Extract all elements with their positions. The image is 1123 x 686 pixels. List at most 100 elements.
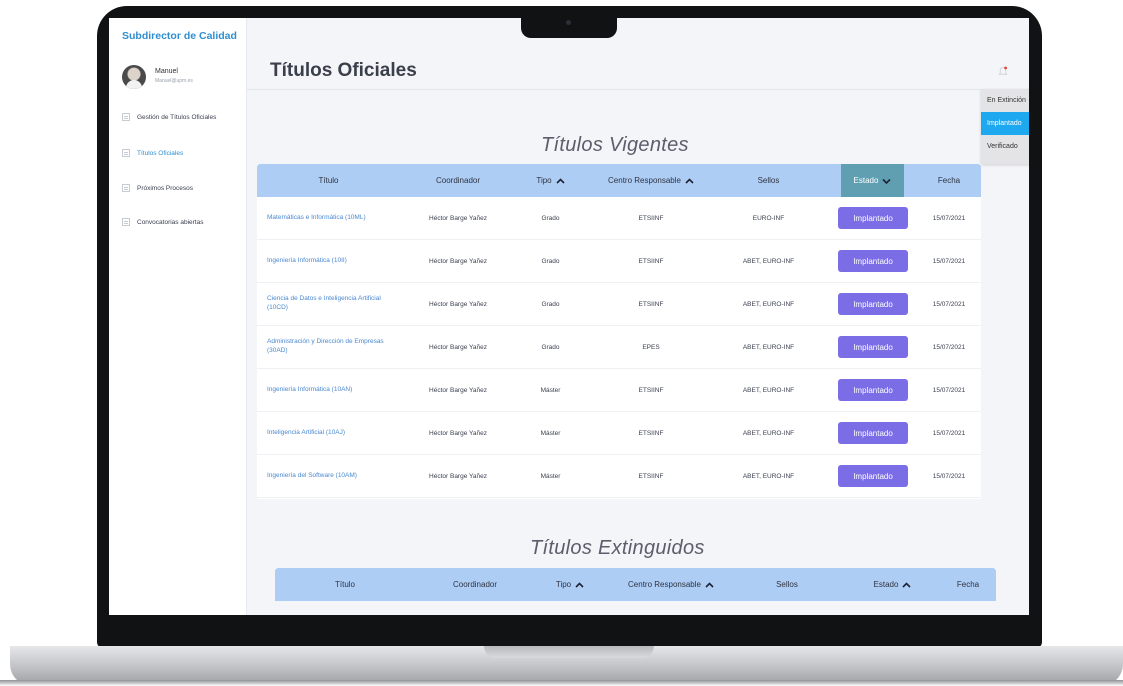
estado-badge[interactable]: Implantado [838,465,908,487]
column-header-label: Tipo [536,176,552,185]
column-header-tipo[interactable]: Tipo [516,164,585,197]
cell-titulo[interactable]: Ciencia de Datos e Inteligencia Artifici… [267,283,395,325]
chevron-up-icon[interactable] [556,177,565,184]
cell-fecha: 15/07/2021 [932,257,966,265]
cell-sellos: ABET, EURO-INF [742,472,795,480]
cell-tipo: Máster [540,472,561,480]
table-row: Ingeniería del Software (10AM) Héctor Bar… [257,455,981,498]
cell-estado: Implantado [835,240,911,282]
bell-icon[interactable] [998,66,1008,77]
chevron-up-icon[interactable] [575,581,584,588]
estado-option-verificado[interactable]: Verificado [981,135,1029,158]
avatar[interactable] [122,65,146,89]
estado-badge[interactable]: Implantado [838,422,908,444]
sidebar-item-label: Títulos Oficiales [137,149,184,157]
cell-titulo[interactable]: Matemáticas e Informática (10ML) [267,197,395,239]
cell-titulo[interactable]: Administración y Dirección de Empresas (… [267,326,395,368]
cell-tipo: Máster [540,386,561,394]
cell-centro: EPES [642,343,660,351]
cell-tipo: Grado [541,214,560,222]
column-header-sellos[interactable]: Sellos [737,568,837,601]
titulos-extinguidos-table: Título Coordinador Tipo Centro Responsab… [275,568,996,601]
sidebar-item-label: Próximos Procesos [137,184,193,192]
sidebar-item-gestion[interactable]: Gestión de Títulos Oficiales [122,113,216,121]
page-title: Títulos Oficiales [270,60,417,81]
column-header-centro[interactable]: Centro Responsable [605,568,737,601]
chevron-down-icon[interactable] [882,178,892,184]
cell-sellos: EURO-INF [752,214,785,222]
sidebar-item-titulos-oficiales[interactable]: Títulos Oficiales [122,149,183,157]
cell-coordinador: Héctor Barge Yañez [429,429,487,437]
chevron-up-icon[interactable] [705,581,714,588]
cell-tipo: Grado [541,300,560,308]
cell-sellos: ABET, EURO-INF [742,386,795,394]
page-header: Títulos Oficiales [247,18,1029,90]
column-header-titulo[interactable]: Título [257,164,400,197]
cell-fecha: 15/07/2021 [932,472,966,480]
column-header-label: Estado [873,580,899,589]
column-header-titulo[interactable]: Título [275,568,415,601]
list-icon [122,113,130,121]
cell-sellos: ABET, EURO-INF [742,429,795,437]
cell-centro: ETSIINF [638,386,664,394]
cell-titulo[interactable]: Ingeniería Informática (10II) [267,240,395,282]
cell-coordinador: Héctor Barge Yañez [429,300,487,308]
column-header-coordinador[interactable]: Coordinador [415,568,535,601]
cell-titulo[interactable]: Ingeniería del Software (10AM) [267,455,395,497]
cell-centro: ETSIINF [638,214,664,222]
sidebar-item-label: Convocatorias abiertas [137,218,204,226]
estado-badge[interactable]: Implantado [838,250,908,272]
sidebar-item-proximos-procesos[interactable]: Próximos Procesos [122,184,193,192]
column-header-estado[interactable]: Estado [841,164,904,197]
cell-tipo: Grado [541,257,560,265]
estado-dropdown: En Extinción Implantado Verificado [981,89,1029,164]
sidebar-item-convocatorias[interactable]: Convocatorias abiertas [122,218,203,226]
column-header-centro[interactable]: Centro Responsable [585,164,717,197]
cell-tipo: Máster [540,429,561,437]
titulos-vigentes-table: Título Coordinador Tipo Centro Responsab… [257,164,981,499]
cell-coordinador: Héctor Barge Yañez [429,257,487,265]
table-row: Matemáticas e Informática (10ML) Héctor B… [257,197,981,240]
cell-fecha: 15/07/2021 [932,429,966,437]
cell-estado: Implantado [835,412,911,454]
table-row: Administración y Dirección de Empresas (… [257,326,981,369]
cell-estado: Implantado [835,455,911,497]
cell-coordinador: Héctor Barge Yañez [429,343,487,351]
cell-titulo[interactable]: Inteligencia Artificial (10AJ) [267,412,395,454]
cell-centro: ETSIINF [638,300,664,308]
column-header-coordinador[interactable]: Coordinador [400,164,516,197]
column-header-estado[interactable]: Estado [845,568,940,601]
screen: Subdirector de Calidad Manuel Manuel@upm… [109,18,1029,615]
chevron-up-icon[interactable] [902,581,912,588]
user-name: Manuel [155,68,178,75]
estado-badge[interactable]: Implantado [838,379,908,401]
column-header-fecha[interactable]: Fecha [917,164,981,197]
sidebar: Subdirector de Calidad Manuel Manuel@upm… [109,18,247,615]
table-header: Título Coordinador Tipo Centro Responsab… [275,568,996,601]
column-header-tipo[interactable]: Tipo [535,568,605,601]
estado-badge[interactable]: Implantado [838,336,908,358]
estado-badge[interactable]: Implantado [838,293,908,315]
cell-fecha: 15/07/2021 [932,343,966,351]
cell-estado: Implantado [835,283,911,325]
column-header-label: Tipo [555,580,572,589]
cell-sellos: ABET, EURO-INF [742,343,795,351]
table-row: Ingeniería Informática (10II) Héctor Barg… [257,240,981,283]
estado-option-en-extincion[interactable]: En Extinción [981,89,1029,112]
cell-fecha: 15/07/2021 [932,300,966,308]
column-header-fecha[interactable]: Fecha [940,568,996,601]
column-header-sellos[interactable]: Sellos [717,164,820,197]
cell-titulo[interactable]: Ingeniería Informática (10AN) [267,369,395,411]
cell-fecha: 15/07/2021 [932,386,966,394]
estado-badge[interactable]: Implantado [838,207,908,229]
cell-centro: ETSIINF [638,472,664,480]
camera-icon [566,20,571,25]
chevron-up-icon[interactable] [685,177,694,184]
cell-centro: ETSIINF [638,429,664,437]
cell-coordinador: Héctor Barge Yañez [429,472,487,480]
section-title-vigentes: Títulos Vigentes [541,134,689,156]
laptop-base-groove [484,646,654,658]
cell-estado: Implantado [835,326,911,368]
section-title-extinguidos: Títulos Extinguidos [530,537,705,559]
estado-option-implantado[interactable]: Implantado [981,112,1029,135]
